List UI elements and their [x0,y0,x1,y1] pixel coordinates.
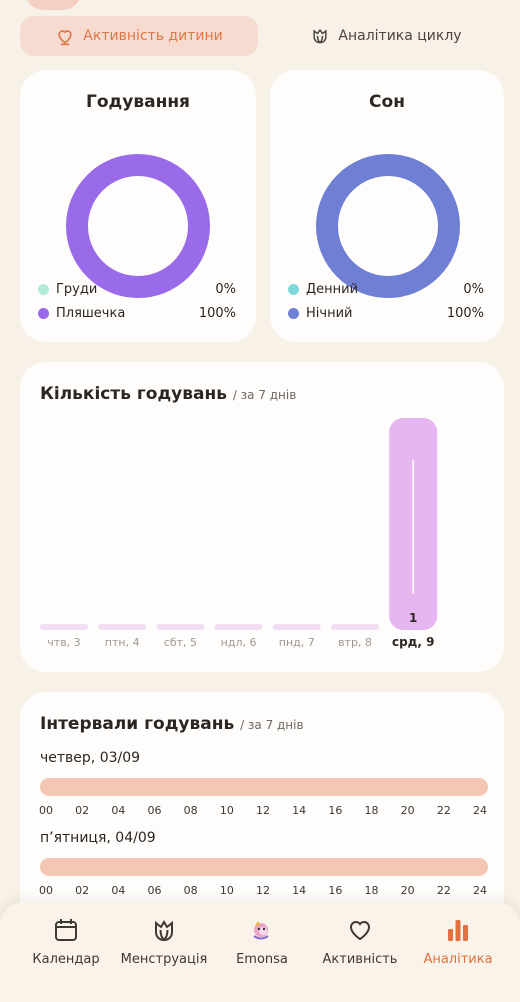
feeding-count-bar [156,624,205,630]
calendar-icon [55,919,77,941]
tulip-icon [313,28,327,44]
legend-value: 0% [215,282,236,297]
hour-tick-label: 08 [183,804,198,817]
feeding-donut-slice-1 [66,154,210,298]
feeding-title: Годування [86,92,190,112]
legend-dot [288,308,299,319]
nav-analytics-label: Аналітика [423,952,493,967]
feeding-count-tick-label: срд, 9 [392,635,434,649]
hour-tick-label: 18 [364,884,379,897]
tab-cycle-analytics[interactable]: Аналітика циклу [272,16,500,56]
legend-label: Груди [56,282,98,297]
tab-cycle-analytics-label: Аналітика циклу [338,28,462,44]
bottom-navigation: Календар Менструація Emonsa Активність А… [0,902,520,1002]
nav-emonsa-label: Emonsa [236,952,288,967]
heart-icon [349,921,371,941]
nav-menstruation[interactable]: Менструація [112,916,216,967]
feeding-count-card: Кількість годувань / за 7 днів чтв, 3 птн… [20,362,504,672]
feeding-count-bar [214,624,263,630]
hour-tick-label: 06 [147,804,162,817]
feeding-count-tick-label: чтв, 3 [47,636,80,649]
interval-hour-axis: 00 02 04 06 08 10 12 14 16 18 20 22 24 [20,804,504,818]
hour-tick-label: 16 [328,884,343,897]
hour-tick-label: 12 [256,804,270,817]
hour-tick-label: 24 [473,884,487,897]
tab-child-activity[interactable]: Активність дитини [20,16,258,56]
hour-tick-label: 18 [364,804,379,817]
nav-analytics[interactable]: Аналітика [406,916,510,967]
feeding-donut-chart [66,154,210,298]
feeding-legend-bottle: Пляшечка 100% [38,306,236,321]
nav-calendar[interactable]: Календар [14,916,118,967]
hour-tick-label: 22 [436,884,451,897]
hour-tick-label: 10 [219,884,234,897]
interval-hour-axis: 00 02 04 06 08 10 12 14 16 18 20 22 24 [20,884,504,898]
legend-label: Пляшечка [56,306,126,321]
hour-tick-label: 10 [219,804,234,817]
hour-tick-label: 00 [39,804,53,817]
sleep-donut-slice-1 [316,154,460,298]
legend-dot [38,308,49,319]
feeding-count-bar [98,624,147,630]
legend-value: 0% [463,282,484,297]
feeding-count-bar-chart: чтв, 3 птн, 4 сбт, 5 ндл, 6 пнд, 7 втр, 8 1 срд… [40,418,438,649]
nav-calendar-label: Календар [32,952,100,967]
legend-value: 100% [446,306,484,321]
hour-tick-label: 20 [400,804,415,817]
feeding-card: Годування Груди 0% Пляшечка 100% [20,70,256,342]
hour-tick-label: 02 [75,884,90,897]
feeding-intervals-subtitle: / за 7 днів [240,718,304,732]
feeding-intervals-title: Інтервали годувань / за 7 днів [40,714,304,734]
hour-tick-label: 22 [436,804,451,817]
hour-tick-label: 12 [256,884,270,897]
heart-icon [58,30,72,46]
nav-emonsa[interactable]: Emonsa [210,916,314,967]
sleep-legend-night: Нічний 100% [288,306,484,321]
hour-tick-label: 20 [400,884,415,897]
nav-menstruation-label: Менструація [120,952,208,967]
feeding-count-data-label: 1 [409,611,417,625]
tulip-icon [155,920,173,942]
hour-tick-label: 24 [473,804,487,817]
feeding-count-tick-label: пнд, 7 [279,636,315,649]
feeding-count-tick-label: птн, 4 [105,636,140,649]
hour-tick-label: 14 [292,804,307,817]
sleep-legend-day: Денний 0% [288,282,484,297]
feeding-count-bar [40,624,88,630]
feeding-count-tick-label: втр, 8 [338,636,372,649]
legend-dot [38,284,49,295]
interval-day-label: п’ятниця, 04/09 [40,830,156,846]
nav-activity[interactable]: Активність [308,916,412,967]
top-decoration [24,0,82,10]
feeding-count-tick-label: ндл, 6 [221,636,257,649]
hour-tick-label: 04 [111,884,126,897]
interval-bar [40,778,488,796]
sleep-title: Сон [369,92,405,112]
hour-tick-label: 08 [183,884,198,897]
sleep-card: Сон Денний 0% Нічний 100% [270,70,504,342]
legend-label: Нічний [306,306,353,321]
bar-chart-icon [448,920,468,941]
hour-tick-label: 02 [75,804,90,817]
feeding-count-tick-label: сбт, 5 [164,636,197,649]
sleep-donut-chart [316,154,460,298]
hour-tick-label: 00 [39,884,53,897]
hour-tick-label: 06 [147,884,162,897]
legend-value: 100% [198,306,236,321]
hour-tick-label: 14 [292,884,307,897]
feeding-legend-breast: Груди 0% [38,282,236,297]
tab-child-activity-label: Активність дитини [83,28,223,44]
legend-dot [288,284,299,295]
legend-label: Денний [306,282,359,297]
feeding-count-bar [331,624,379,630]
feeding-count-bar [272,624,321,630]
nav-activity-label: Активність [322,952,398,967]
interval-bar [40,858,488,876]
hour-tick-label: 04 [111,804,126,817]
analytics-segmented-control: Активність дитини Аналітика циклу [20,16,500,56]
hour-tick-label: 16 [328,804,343,817]
emonsa-avatar-icon [253,921,269,940]
interval-day-label: четвер, 03/09 [40,750,141,766]
feeding-intervals-title-text: Інтервали годувань [40,714,235,734]
